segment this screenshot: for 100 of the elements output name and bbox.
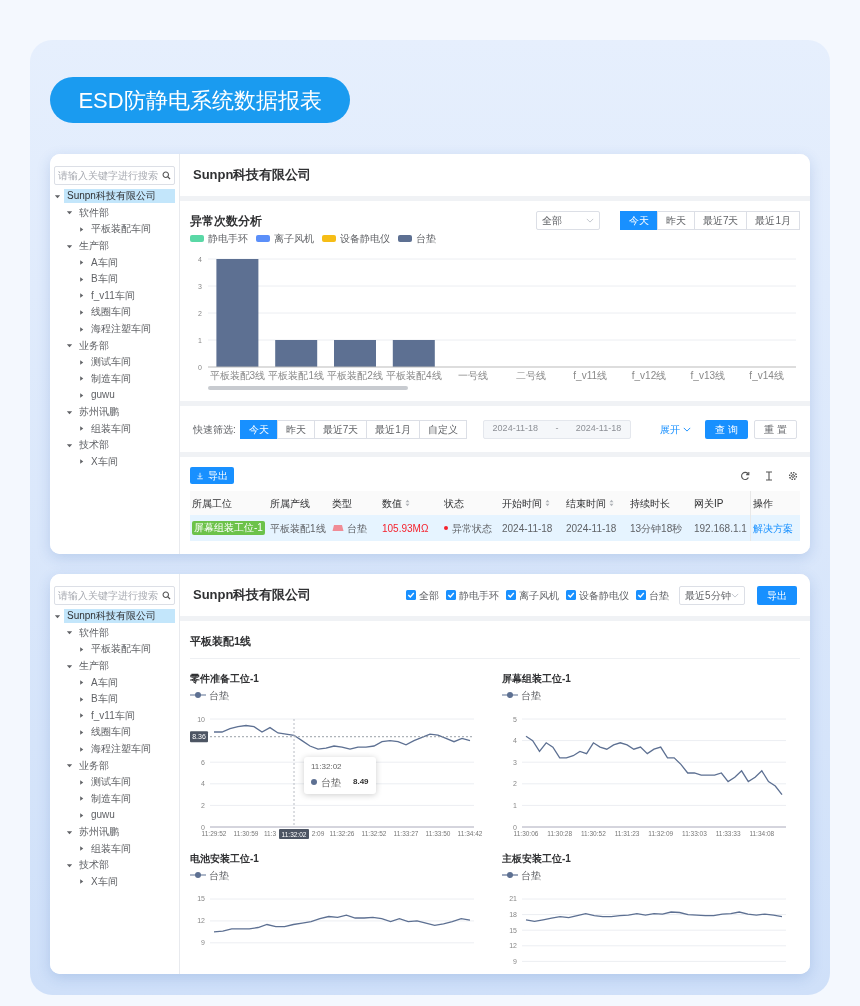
checkbox-label[interactable]: 静电手环 — [459, 587, 499, 603]
caret-right-icon[interactable] — [78, 646, 85, 653]
caret-right-icon[interactable] — [78, 358, 85, 366]
caret-right-icon[interactable] — [78, 845, 85, 853]
caret-right-icon[interactable] — [78, 712, 85, 720]
caret-right-icon[interactable] — [78, 458, 85, 466]
tree-item[interactable]: 业务部 — [76, 338, 112, 353]
checkbox-label[interactable]: 设备静电仪 — [579, 587, 629, 603]
search-icon[interactable] — [162, 591, 171, 600]
legend-label[interactable]: 静电手环 — [208, 231, 248, 246]
tree-item[interactable]: 组装车间 — [88, 841, 134, 856]
legend-swatch[interactable] — [398, 235, 412, 242]
checkbox-label[interactable]: 离子风机 — [519, 587, 559, 603]
legend-marker-icon[interactable] — [502, 691, 518, 699]
scrollbar[interactable] — [208, 386, 408, 390]
tree-item[interactable]: 技术部 — [76, 438, 112, 453]
settings-icon[interactable] — [788, 470, 798, 481]
column-header[interactable]: 状态 — [444, 495, 464, 511]
search-icon[interactable] — [162, 171, 171, 180]
caret-right-icon[interactable] — [78, 259, 85, 267]
tree-item[interactable]: 技术部 — [76, 858, 112, 873]
legend-marker-icon[interactable] — [190, 871, 206, 879]
caret-down-icon[interactable] — [66, 242, 73, 250]
caret-down-icon[interactable] — [66, 828, 73, 836]
checkbox[interactable] — [566, 590, 576, 600]
caret-right-icon[interactable] — [78, 308, 85, 316]
caret-down-icon[interactable] — [66, 662, 73, 670]
range-tab[interactable]: 昨天 — [276, 419, 315, 439]
range-tab[interactable]: 昨天 — [656, 211, 695, 230]
column-header[interactable]: 操作 — [753, 495, 773, 511]
tree-item[interactable]: guwu — [88, 808, 118, 823]
legend-label[interactable]: 台垫 — [521, 687, 541, 703]
caret-right-icon[interactable] — [78, 425, 85, 433]
tree-item[interactable]: 生产部 — [76, 659, 112, 674]
tree-item[interactable]: X车间 — [88, 454, 121, 469]
caret-right-icon[interactable] — [78, 795, 85, 803]
tree-item[interactable]: 平板装配车间 — [88, 642, 154, 657]
legend-label[interactable]: 离子风机 — [274, 231, 314, 246]
tree-item[interactable]: 测试车间 — [88, 355, 134, 370]
caret-right-icon[interactable] — [78, 878, 85, 886]
caret-right-icon[interactable] — [78, 292, 85, 300]
i-beam-icon[interactable] — [764, 470, 774, 481]
search-field[interactable]: 请输入关键字进行搜索 — [54, 166, 175, 185]
checkbox[interactable] — [506, 590, 516, 600]
tree-item[interactable]: f_v11车间 — [88, 288, 138, 303]
legend-label[interactable]: 台垫 — [209, 867, 229, 883]
caret-right-icon[interactable] — [78, 728, 85, 736]
tree-item[interactable]: 海程注塑车间 — [88, 742, 154, 757]
caret-right-icon[interactable] — [78, 811, 85, 819]
caret-down-icon[interactable] — [66, 408, 73, 416]
caret-right-icon[interactable] — [78, 679, 85, 687]
caret-right-icon[interactable] — [78, 778, 85, 786]
tree-item[interactable]: 测试车间 — [88, 775, 134, 790]
tree-item[interactable]: 海程注塑车间 — [88, 322, 154, 337]
tree-item[interactable]: 组装车间 — [88, 421, 134, 436]
tree-item[interactable]: Sunpn科技有限公司 — [64, 189, 175, 204]
tree-item[interactable]: 制造车间 — [88, 791, 134, 806]
column-header[interactable]: 结束时间 — [566, 495, 614, 511]
legend-label[interactable]: 台垫 — [521, 867, 541, 883]
caret-right-icon[interactable] — [78, 226, 85, 233]
caret-down-icon[interactable] — [66, 209, 73, 217]
tree-item[interactable]: B车间 — [88, 272, 121, 287]
caret-down-icon[interactable] — [66, 762, 73, 770]
legend-label[interactable]: 设备静电仪 — [340, 231, 390, 246]
checkbox-label[interactable]: 台垫 — [649, 587, 669, 603]
column-header[interactable]: 开始时间 — [502, 495, 550, 511]
tree-item[interactable]: f_v11车间 — [88, 708, 138, 723]
search-field[interactable]: 请输入关键字进行搜索 — [54, 586, 175, 605]
checkbox-label[interactable]: 全部 — [419, 587, 439, 603]
caret-right-icon[interactable] — [78, 325, 85, 333]
caret-right-icon[interactable] — [78, 275, 85, 283]
legend-marker-icon[interactable] — [190, 691, 206, 699]
column-header[interactable]: 类型 — [332, 495, 352, 511]
range-tab[interactable]: 最近7天 — [313, 419, 368, 439]
dropdown[interactable]: 最近5分钟 — [679, 585, 745, 605]
range-tab[interactable]: 最近1月 — [366, 419, 420, 439]
caret-right-icon[interactable] — [78, 745, 85, 753]
column-header[interactable]: 所属工位 — [192, 495, 232, 511]
caret-down-icon[interactable] — [66, 441, 73, 449]
column-header[interactable]: 数值 — [382, 495, 410, 511]
tree-item[interactable]: 软件部 — [76, 625, 112, 640]
dropdown[interactable]: 全部 — [535, 211, 600, 230]
column-header[interactable]: 网关IP — [694, 495, 724, 511]
checkbox[interactable] — [446, 590, 456, 600]
tree-item[interactable]: guwu — [88, 388, 118, 403]
caret-down-icon[interactable] — [66, 342, 73, 350]
tree-item[interactable]: 业务部 — [76, 758, 112, 773]
tree-item[interactable]: 苏州讯鹏 — [76, 405, 122, 419]
tree-item[interactable]: 制造车间 — [88, 371, 134, 386]
caret-right-icon[interactable] — [78, 695, 85, 703]
range-tab[interactable]: 自定义 — [418, 419, 467, 439]
range-tab[interactable]: 最近7天 — [693, 211, 748, 230]
legend-label[interactable]: 台垫 — [209, 687, 229, 703]
tree-item[interactable]: A车间 — [88, 675, 121, 690]
range-tab[interactable]: 最近1月 — [746, 211, 800, 230]
caret-right-icon[interactable] — [78, 391, 85, 399]
legend-swatch[interactable] — [190, 235, 204, 242]
legend-swatch[interactable] — [322, 235, 336, 242]
table-row[interactable]: 屏幕组装工位-1 平板装配1线 台垫 105.93MΩ 异常状态 2024-11-18 2024-11-18 13分钟18秒 192.168.1.1 解决方案 — [190, 515, 800, 541]
tree-item[interactable]: 软件部 — [76, 205, 112, 220]
